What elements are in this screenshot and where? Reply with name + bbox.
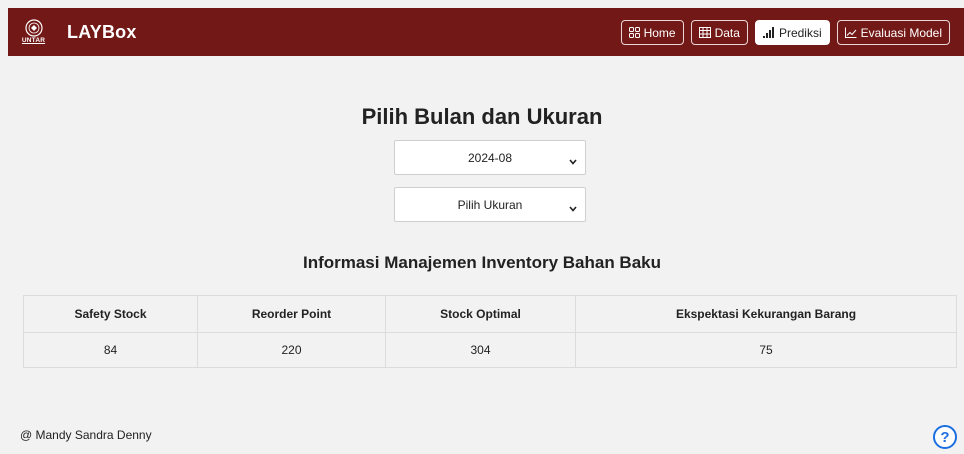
table-header-row: Safety Stock Reorder Point Stock Optimal…: [23, 295, 957, 333]
brand-name[interactable]: LAYBox: [67, 22, 137, 43]
size-select-value: Pilih Ukuran: [457, 197, 523, 212]
nav-prediksi-label: Prediksi: [778, 25, 822, 40]
nav-home-button[interactable]: Home: [620, 20, 684, 45]
inventory-info-title: Informasi Manajemen Inventory Bahan Baku: [302, 253, 662, 272]
cell-ekspektasi: 75: [575, 332, 957, 368]
page-title: Pilih Bulan dan Ukuran: [361, 104, 603, 129]
nav-data-label: Data: [714, 25, 740, 40]
table-row: 84 220 304 75: [23, 332, 957, 368]
month-select[interactable]: 2024-08: [394, 140, 586, 175]
inventory-table: Safety Stock Reorder Point Stock Optimal…: [23, 295, 957, 368]
nav-buttons: Home Data Prediksi Evaluasi Model: [620, 20, 950, 45]
cell-safety-stock: 84: [23, 332, 198, 368]
header-ekspektasi: Ekspektasi Kekurangan Barang: [575, 295, 957, 333]
chevron-down-icon: [569, 201, 577, 215]
nav-prediksi-button[interactable]: Prediksi: [754, 20, 830, 45]
university-seal-icon: UNTAR: [20, 18, 47, 46]
nav-data-button[interactable]: Data: [690, 20, 748, 45]
month-select-value: 2024-08: [467, 150, 513, 165]
nav-home-label: Home: [643, 25, 676, 40]
nav-evaluasi-button[interactable]: Evaluasi Model: [836, 20, 950, 45]
header-reorder-point: Reorder Point: [197, 295, 386, 333]
bar-chart-icon: [762, 27, 775, 38]
top-navbar: UNTAR LAYBox Home Data Prediksi Evaluasi…: [8, 8, 964, 56]
help-icon[interactable]: ?: [933, 425, 957, 449]
chevron-down-icon: [569, 154, 577, 168]
cell-stock-optimal: 304: [385, 332, 576, 368]
footer-credit: @ Mandy Sandra Denny: [20, 428, 152, 442]
header-safety-stock: Safety Stock: [23, 295, 198, 333]
table-icon: [698, 27, 711, 38]
header-stock-optimal: Stock Optimal: [385, 295, 576, 333]
grid-icon: [628, 27, 640, 38]
logo-text: UNTAR: [21, 36, 46, 44]
brand[interactable]: UNTAR LAYBox: [20, 18, 137, 46]
cell-reorder-point: 220: [197, 332, 386, 368]
size-select[interactable]: Pilih Ukuran: [394, 187, 586, 222]
nav-evaluasi-label: Evaluasi Model: [860, 25, 942, 40]
line-chart-icon: [844, 27, 857, 38]
